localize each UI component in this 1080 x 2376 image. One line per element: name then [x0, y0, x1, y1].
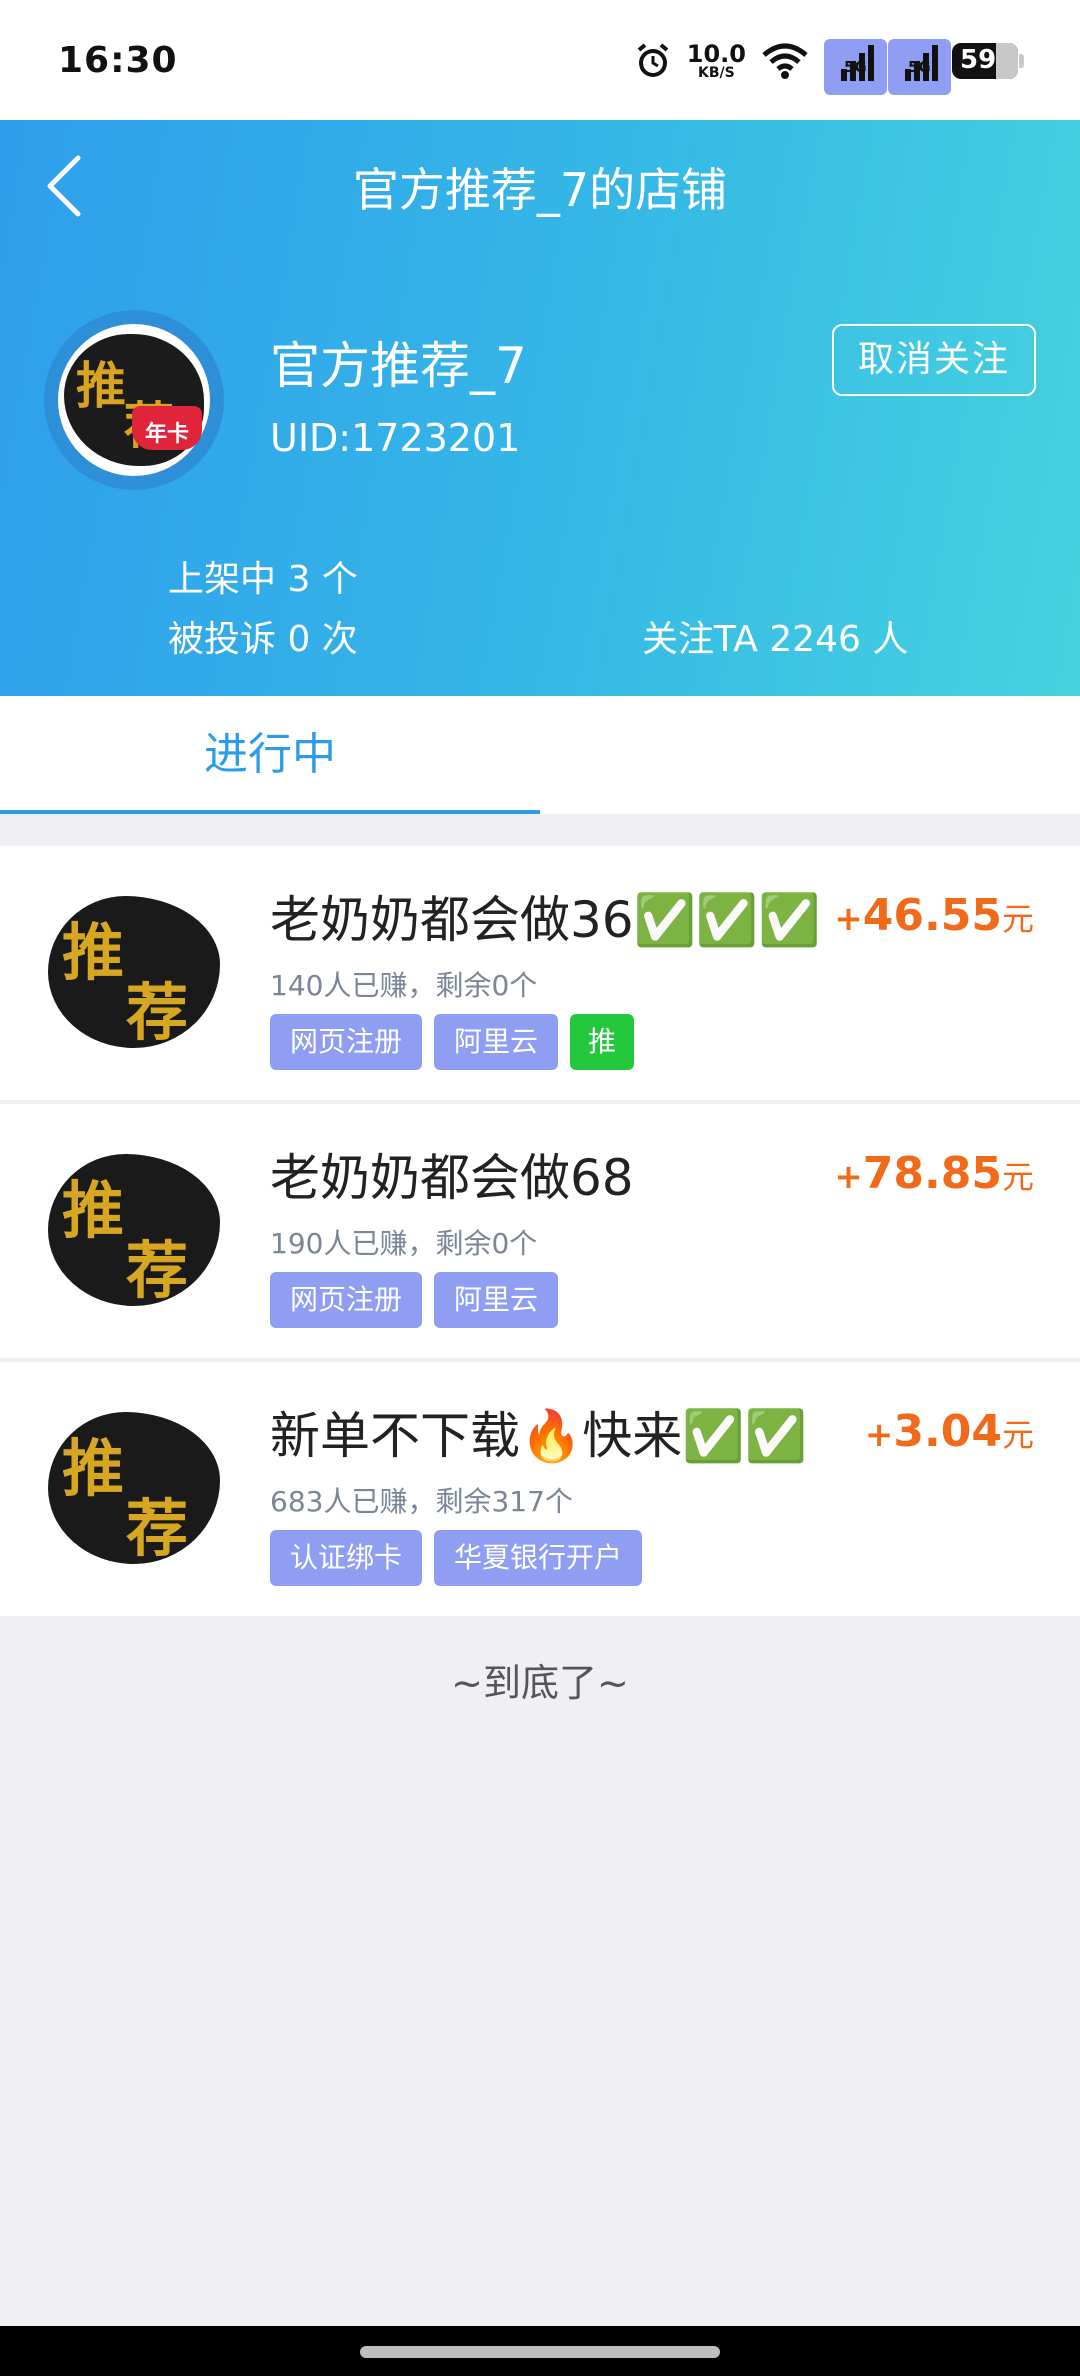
task-thumbnail: 推 荐: [40, 1400, 226, 1576]
tag: 阿里云: [434, 1014, 559, 1070]
thumb-char: 荐: [126, 976, 189, 1049]
page-title: 官方推荐_7的店铺: [352, 163, 728, 217]
task-meta: 190人已赚，剩余0个: [270, 1227, 538, 1260]
fire-emoji: 🔥: [520, 1407, 583, 1465]
price-unit: 元: [1001, 900, 1034, 938]
net-speed-unit: KB/S: [698, 65, 735, 81]
stat-on-shelf: 上架中 3 个: [168, 559, 358, 600]
task-title: 老奶奶都会做68: [270, 1149, 634, 1207]
net-speed: 10.0 KB/S: [687, 42, 746, 80]
tag: 阿里云: [434, 1272, 559, 1328]
tag: 认证绑卡: [270, 1530, 423, 1586]
task-meta: 140人已赚，剩余0个: [270, 969, 538, 1002]
price-plus: +: [834, 1157, 863, 1197]
avatar-char: 推: [76, 356, 126, 415]
status-time: 16:30: [58, 40, 178, 81]
task-item[interactable]: 推 荐 新单不下载🔥快来✅✅ 683人已赚，剩余317个 +3.04元 认证绑卡…: [0, 1362, 1080, 1616]
shop-avatar[interactable]: 推 荐 年卡: [44, 310, 224, 490]
task-title-text: 老奶奶都会做36: [270, 891, 634, 949]
recommend-badge: 推: [570, 1014, 635, 1070]
price-plus: +: [834, 899, 863, 939]
task-thumbnail: 推 荐: [40, 884, 226, 1060]
tab-bar: 进行中: [0, 696, 1080, 814]
annual-card-label: 年卡: [144, 422, 189, 447]
price-value: 3.04: [893, 1406, 1002, 1457]
thumb-char: 推: [62, 916, 125, 989]
net-speed-value: 10.0: [686, 40, 746, 68]
task-tags: 网页注册 阿里云: [270, 1272, 559, 1328]
battery-icon: 59: [952, 43, 1024, 79]
task-title-suffix: 快来: [582, 1407, 683, 1465]
task-price: +78.85元: [834, 1148, 1034, 1199]
task-thumbnail: 推 荐: [40, 1142, 226, 1318]
status-bar: 16:30 10.0 KB/S 5G 5G 59: [0, 0, 1080, 120]
price-unit: 元: [1001, 1158, 1034, 1196]
task-title: 新单不下载🔥快来✅✅: [270, 1396, 807, 1468]
stat-followers: 关注TA 2246 人: [642, 619, 909, 660]
task-price: +46.55元: [834, 890, 1034, 941]
tab-underline: [0, 810, 540, 814]
tab-in-progress[interactable]: 进行中: [0, 696, 540, 814]
signal-icon: 5G: [888, 39, 951, 95]
task-tags: 认证绑卡 华夏银行开户: [270, 1530, 643, 1586]
check-emoji: ✅✅: [682, 1407, 807, 1465]
wifi-icon: [762, 43, 808, 79]
shop-uid: UID:1723201: [270, 416, 521, 460]
task-meta: 683人已赚，剩余317个: [270, 1485, 573, 1518]
task-item[interactable]: 推 荐 老奶奶都会做68 190人已赚，剩余0个 +78.85元 网页注册 阿里…: [0, 1104, 1080, 1358]
task-tags: 网页注册 阿里云 推: [270, 1014, 635, 1070]
status-icons: 10.0 KB/S 5G 5G 59: [633, 38, 1024, 95]
price-unit: 元: [1001, 1416, 1034, 1454]
thumb-char: 荐: [126, 1234, 189, 1307]
system-nav-bar: [0, 2326, 1080, 2376]
check-emoji: ✅✅✅: [633, 891, 821, 949]
alarm-clock-icon: [637, 43, 669, 77]
task-item[interactable]: 推 荐 老奶奶都会做36✅✅✅ 140人已赚，剩余0个 +46.55元 网页注册…: [0, 846, 1080, 1100]
thumb-char: 推: [62, 1432, 125, 1505]
battery-level: 59: [960, 45, 997, 75]
price-value: 46.55: [862, 890, 1002, 941]
thumb-char: 推: [62, 1174, 125, 1247]
price-plus: +: [864, 1415, 894, 1455]
task-price: +3.04元: [865, 1406, 1034, 1457]
task-title: 老奶奶都会做36✅✅✅: [270, 880, 820, 952]
signal-icon: 5G: [824, 39, 887, 95]
tag: 网页注册: [270, 1272, 423, 1328]
shop-name: 官方推荐_7: [270, 337, 527, 395]
stat-complaints: 被投诉 0 次: [168, 619, 358, 660]
end-of-list-text: ~到底了~: [451, 1661, 629, 1705]
tag: 华夏银行开户: [434, 1530, 643, 1586]
annual-card-badge: 年卡: [132, 406, 202, 450]
shop-header: 官方推荐_7的店铺 推 荐 年卡 官方推荐_7 UID:1723201 取消关注…: [0, 120, 1080, 696]
home-indicator[interactable]: [360, 2346, 720, 2358]
price-value: 78.85: [862, 1148, 1002, 1199]
thumb-char: 荐: [126, 1492, 189, 1565]
tag: 网页注册: [270, 1014, 423, 1070]
task-title-text: 新单不下载: [270, 1407, 520, 1465]
unfollow-button[interactable]: 取消关注: [832, 324, 1036, 396]
